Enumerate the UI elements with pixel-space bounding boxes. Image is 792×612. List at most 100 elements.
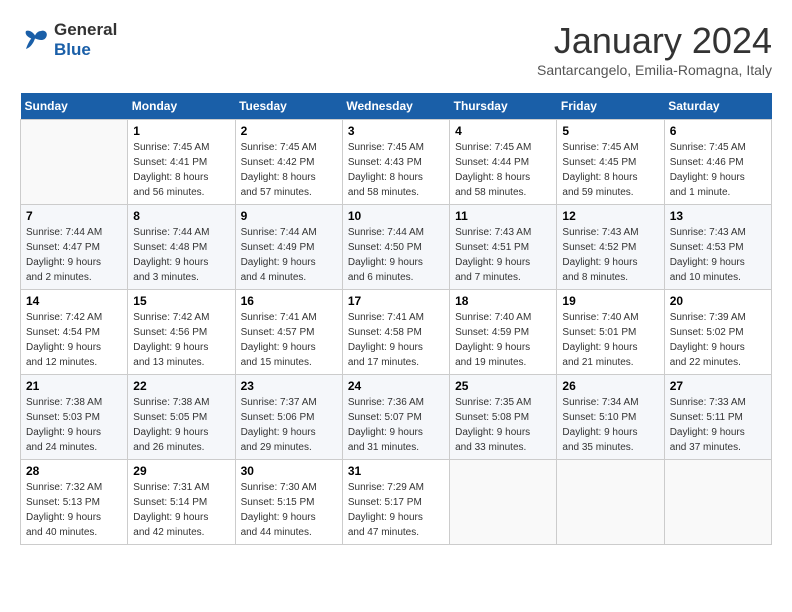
day-info: Sunrise: 7:45 AMSunset: 4:46 PMDaylight:…: [670, 140, 766, 200]
day-info: Sunrise: 7:31 AMSunset: 5:14 PMDaylight:…: [133, 480, 229, 540]
day-info: Sunrise: 7:43 AMSunset: 4:53 PMDaylight:…: [670, 225, 766, 285]
page-header: General Blue January 2024 Santarcangelo,…: [20, 20, 772, 78]
calendar-cell: [664, 460, 771, 545]
day-info: Sunrise: 7:44 AMSunset: 4:47 PMDaylight:…: [26, 225, 122, 285]
day-number: 19: [562, 294, 658, 308]
calendar-cell: 4 Sunrise: 7:45 AMSunset: 4:44 PMDaylight…: [450, 120, 557, 205]
weekday-header: Friday: [557, 93, 664, 120]
day-number: 6: [670, 124, 766, 138]
calendar-cell: 3 Sunrise: 7:45 AMSunset: 4:43 PMDaylight…: [342, 120, 449, 205]
day-number: 22: [133, 379, 229, 393]
calendar-cell: [450, 460, 557, 545]
calendar-cell: 10 Sunrise: 7:44 AMSunset: 4:50 PMDayligh…: [342, 205, 449, 290]
day-number: 10: [348, 209, 444, 223]
calendar-cell: 17 Sunrise: 7:41 AMSunset: 4:58 PMDayligh…: [342, 290, 449, 375]
calendar-cell: 23Sunrise: 7:37 AMSunset: 5:06 PMDayligh…: [235, 375, 342, 460]
calendar-week-row: 14 Sunrise: 7:42 AMSunset: 4:54 PMDayligh…: [21, 290, 772, 375]
calendar-cell: 31Sunrise: 7:29 AMSunset: 5:17 PMDayligh…: [342, 460, 449, 545]
day-number: 26: [562, 379, 658, 393]
weekday-header-row: SundayMondayTuesdayWednesdayThursdayFrid…: [21, 93, 772, 120]
day-info: Sunrise: 7:38 AMSunset: 5:05 PMDaylight:…: [133, 395, 229, 455]
day-info: Sunrise: 7:45 AMSunset: 4:43 PMDaylight:…: [348, 140, 444, 200]
calendar-cell: 29 Sunrise: 7:31 AMSunset: 5:14 PMDayligh…: [128, 460, 235, 545]
day-info: Sunrise: 7:42 AMSunset: 4:54 PMDaylight:…: [26, 310, 122, 370]
day-info: Sunrise: 7:42 AMSunset: 4:56 PMDaylight:…: [133, 310, 229, 370]
calendar-cell: 6 Sunrise: 7:45 AMSunset: 4:46 PMDaylight…: [664, 120, 771, 205]
title-block: January 2024 Santarcangelo, Emilia-Romag…: [537, 20, 772, 78]
calendar-cell: 24Sunrise: 7:36 AMSunset: 5:07 PMDayligh…: [342, 375, 449, 460]
day-info: Sunrise: 7:41 AMSunset: 4:58 PMDaylight:…: [348, 310, 444, 370]
calendar-cell: 22 Sunrise: 7:38 AMSunset: 5:05 PMDayligh…: [128, 375, 235, 460]
day-number: 23: [241, 379, 337, 393]
logo-text: General Blue: [54, 20, 117, 60]
day-info: Sunrise: 7:34 AMSunset: 5:10 PMDaylight:…: [562, 395, 658, 455]
calendar-week-row: 21 Sunrise: 7:38 AMSunset: 5:03 PMDayligh…: [21, 375, 772, 460]
day-number: 17: [348, 294, 444, 308]
calendar-cell: 21 Sunrise: 7:38 AMSunset: 5:03 PMDayligh…: [21, 375, 128, 460]
day-info: Sunrise: 7:36 AMSunset: 5:07 PMDaylight:…: [348, 395, 444, 455]
weekday-header: Tuesday: [235, 93, 342, 120]
day-info: Sunrise: 7:44 AMSunset: 4:48 PMDaylight:…: [133, 225, 229, 285]
day-info: Sunrise: 7:45 AMSunset: 4:44 PMDaylight:…: [455, 140, 551, 200]
day-number: 13: [670, 209, 766, 223]
day-number: 31: [348, 464, 444, 478]
calendar-cell: 8 Sunrise: 7:44 AMSunset: 4:48 PMDaylight…: [128, 205, 235, 290]
day-info: Sunrise: 7:43 AMSunset: 4:52 PMDaylight:…: [562, 225, 658, 285]
day-info: Sunrise: 7:44 AMSunset: 4:50 PMDaylight:…: [348, 225, 444, 285]
month-title: January 2024: [537, 20, 772, 62]
day-info: Sunrise: 7:38 AMSunset: 5:03 PMDaylight:…: [26, 395, 122, 455]
weekday-header: Monday: [128, 93, 235, 120]
day-number: 4: [455, 124, 551, 138]
day-info: Sunrise: 7:45 AMSunset: 4:41 PMDaylight:…: [133, 140, 229, 200]
calendar-cell: 18 Sunrise: 7:40 AMSunset: 4:59 PMDayligh…: [450, 290, 557, 375]
day-info: Sunrise: 7:44 AMSunset: 4:49 PMDaylight:…: [241, 225, 337, 285]
day-info: Sunrise: 7:30 AMSunset: 5:15 PMDaylight:…: [241, 480, 337, 540]
weekday-header: Wednesday: [342, 93, 449, 120]
day-number: 18: [455, 294, 551, 308]
day-number: 8: [133, 209, 229, 223]
day-info: Sunrise: 7:43 AMSunset: 4:51 PMDaylight:…: [455, 225, 551, 285]
day-info: Sunrise: 7:41 AMSunset: 4:57 PMDaylight:…: [241, 310, 337, 370]
location-subtitle: Santarcangelo, Emilia-Romagna, Italy: [537, 62, 772, 78]
calendar-cell: 25Sunrise: 7:35 AMSunset: 5:08 PMDayligh…: [450, 375, 557, 460]
weekday-header: Sunday: [21, 93, 128, 120]
day-number: 20: [670, 294, 766, 308]
day-info: Sunrise: 7:45 AMSunset: 4:42 PMDaylight:…: [241, 140, 337, 200]
calendar-cell: 30 Sunrise: 7:30 AMSunset: 5:15 PMDayligh…: [235, 460, 342, 545]
calendar-cell: 14 Sunrise: 7:42 AMSunset: 4:54 PMDayligh…: [21, 290, 128, 375]
calendar-cell: 5 Sunrise: 7:45 AMSunset: 4:45 PMDaylight…: [557, 120, 664, 205]
day-info: Sunrise: 7:33 AMSunset: 5:11 PMDaylight:…: [670, 395, 766, 455]
calendar-cell: 2 Sunrise: 7:45 AMSunset: 4:42 PMDaylight…: [235, 120, 342, 205]
day-info: Sunrise: 7:40 AMSunset: 5:01 PMDaylight:…: [562, 310, 658, 370]
day-number: 29: [133, 464, 229, 478]
day-number: 1: [133, 124, 229, 138]
day-number: 12: [562, 209, 658, 223]
day-number: 27: [670, 379, 766, 393]
calendar-cell: [21, 120, 128, 205]
day-number: 30: [241, 464, 337, 478]
calendar-cell: 13 Sunrise: 7:43 AMSunset: 4:53 PMDayligh…: [664, 205, 771, 290]
calendar-cell: 1 Sunrise: 7:45 AMSunset: 4:41 PMDaylight…: [128, 120, 235, 205]
day-info: Sunrise: 7:45 AMSunset: 4:45 PMDaylight:…: [562, 140, 658, 200]
calendar-table: SundayMondayTuesdayWednesdayThursdayFrid…: [20, 93, 772, 545]
day-info: Sunrise: 7:40 AMSunset: 4:59 PMDaylight:…: [455, 310, 551, 370]
day-number: 5: [562, 124, 658, 138]
calendar-week-row: 7Sunrise: 7:44 AMSunset: 4:47 PMDaylight…: [21, 205, 772, 290]
day-number: 21: [26, 379, 122, 393]
day-number: 2: [241, 124, 337, 138]
logo-icon: [20, 25, 50, 55]
weekday-header: Saturday: [664, 93, 771, 120]
calendar-cell: 20Sunrise: 7:39 AMSunset: 5:02 PMDayligh…: [664, 290, 771, 375]
day-number: 25: [455, 379, 551, 393]
calendar-cell: 11Sunrise: 7:43 AMSunset: 4:51 PMDayligh…: [450, 205, 557, 290]
day-number: 14: [26, 294, 122, 308]
calendar-cell: 27 Sunrise: 7:33 AMSunset: 5:11 PMDayligh…: [664, 375, 771, 460]
calendar-cell: 9 Sunrise: 7:44 AMSunset: 4:49 PMDaylight…: [235, 205, 342, 290]
calendar-cell: 12 Sunrise: 7:43 AMSunset: 4:52 PMDayligh…: [557, 205, 664, 290]
calendar-cell: 16Sunrise: 7:41 AMSunset: 4:57 PMDayligh…: [235, 290, 342, 375]
calendar-cell: [557, 460, 664, 545]
calendar-cell: 15Sunrise: 7:42 AMSunset: 4:56 PMDayligh…: [128, 290, 235, 375]
day-number: 9: [241, 209, 337, 223]
calendar-cell: 28Sunrise: 7:32 AMSunset: 5:13 PMDayligh…: [21, 460, 128, 545]
day-number: 3: [348, 124, 444, 138]
